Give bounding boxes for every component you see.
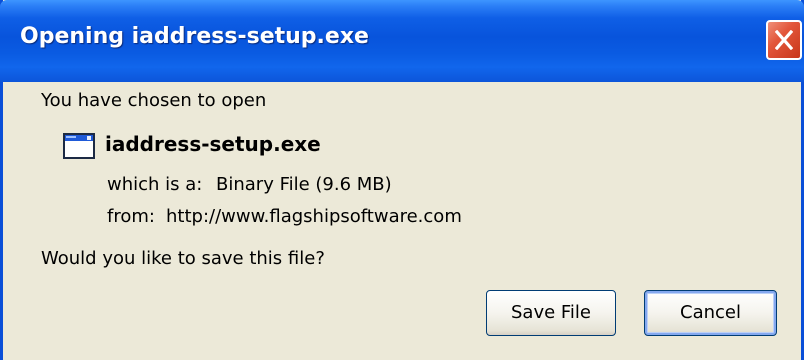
- source-label: from:: [107, 206, 155, 227]
- cancel-button[interactable]: Cancel: [644, 290, 777, 336]
- file-type-value: Binary File (9.6 MB): [216, 174, 392, 195]
- save-file-button-label: Save File: [510, 302, 592, 323]
- source-url: http://www.flagshipsoftware.com: [166, 206, 462, 227]
- intro-text: You have chosen to open: [41, 90, 267, 111]
- cancel-button-label: Cancel: [680, 302, 741, 323]
- close-button[interactable]: [766, 20, 802, 60]
- download-dialog: Opening iaddress-setup.exe You have chos…: [0, 0, 804, 360]
- application-window-icon: [63, 133, 95, 159]
- dialog-content: You have chosen to open iaddress-setup.e…: [3, 82, 801, 360]
- close-icon: [775, 30, 793, 50]
- save-question: Would you like to save this file?: [41, 248, 325, 269]
- file-name: iaddress-setup.exe: [105, 132, 321, 156]
- title-bar[interactable]: Opening iaddress-setup.exe: [0, 0, 804, 82]
- file-type-label: which is a:: [107, 174, 203, 195]
- save-file-button[interactable]: Save File: [486, 290, 616, 336]
- window-title: Opening iaddress-setup.exe: [20, 24, 369, 49]
